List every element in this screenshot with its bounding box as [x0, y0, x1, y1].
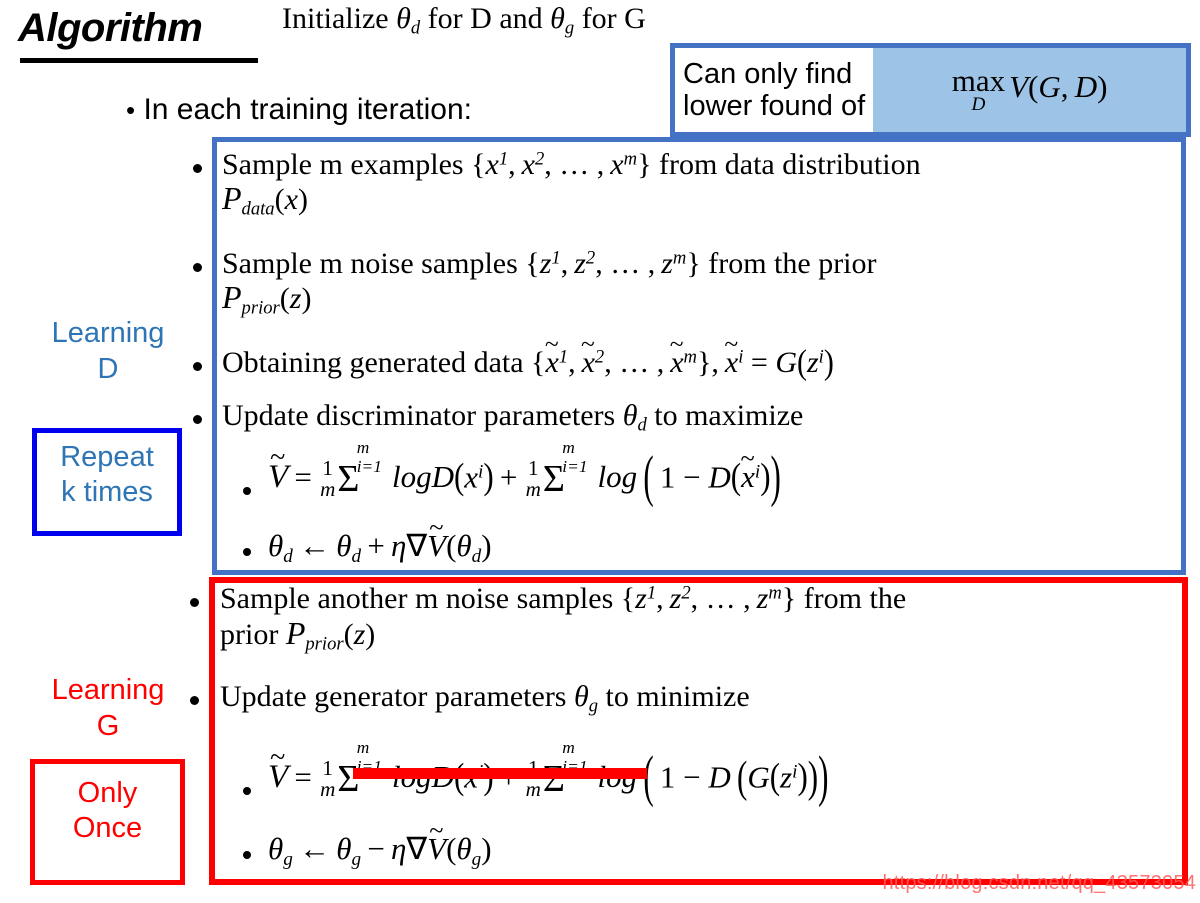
- sub-bullet-icon: [243, 787, 251, 795]
- page-title: Algorithm: [18, 6, 203, 50]
- formula-generator-objective: ~V = 1mΣmi=1logD(xi) + 1mΣmi=1log ( 1 − …: [268, 737, 829, 809]
- training-iteration-line: • In each training iteration:: [126, 93, 472, 126]
- learning-d-label: Learning D: [51, 317, 165, 386]
- bullet-icon: [193, 362, 202, 371]
- max-objective-formula: max D V(G, D): [873, 48, 1186, 132]
- bullet-icon: [193, 164, 202, 173]
- bullet-icon: [190, 598, 199, 607]
- initialize-line: Initialize θd for D and θg for G: [282, 2, 646, 39]
- step-sample-m-examples: Sample m examples {x1, x2, … , xm} from …: [222, 148, 921, 220]
- sub-bullet-icon: [243, 487, 251, 495]
- bullet-icon: [193, 263, 202, 272]
- callout-box: Can only find lower found of max D V(G, D): [670, 43, 1191, 137]
- formula-generator-update: θg ← θg − η∇ ~ V(θg): [268, 815, 492, 870]
- step-obtaining-generated-data: Obtaining generated data {~ x1, ~ x2, … , …: [222, 329, 834, 382]
- training-iteration-label: In each training iteration:: [143, 93, 472, 126]
- callout-text: Can only find lower found of: [683, 57, 866, 122]
- sub-bullet-icon: [243, 548, 251, 556]
- title-underline: [20, 58, 258, 63]
- learning-g-label: Learning G: [51, 674, 165, 743]
- bullet-icon: [193, 415, 202, 424]
- only-once-box: Only Once: [30, 759, 185, 885]
- step-sample-m-noise: Sample m noise samples {z1, z2, … , zm} …: [222, 247, 877, 319]
- repeat-k-times-box: Repeat k times: [32, 428, 182, 536]
- step-sample-another-m-noise: Sample another m noise samples {z1, z2, …: [220, 582, 907, 655]
- strikethrough-line: [353, 768, 647, 779]
- formula-discriminator-objective: ~ V = 1 m Σm i=1 logD(xi) + 1 m Σm i=1 log ( 1 − …: [268, 437, 781, 509]
- bullet-icon: [190, 696, 199, 705]
- formula-discriminator-update: θd ← θd + η∇ ~ V(θd): [268, 512, 492, 567]
- watermark: https://blog.csdn.net/qq_43573054: [882, 872, 1196, 894]
- step-update-generator: Update generator parameters θg to minimi…: [220, 680, 750, 717]
- sub-bullet-icon: [243, 851, 251, 859]
- step-update-discriminator: Update discriminator parameters θd to ma…: [222, 399, 804, 436]
